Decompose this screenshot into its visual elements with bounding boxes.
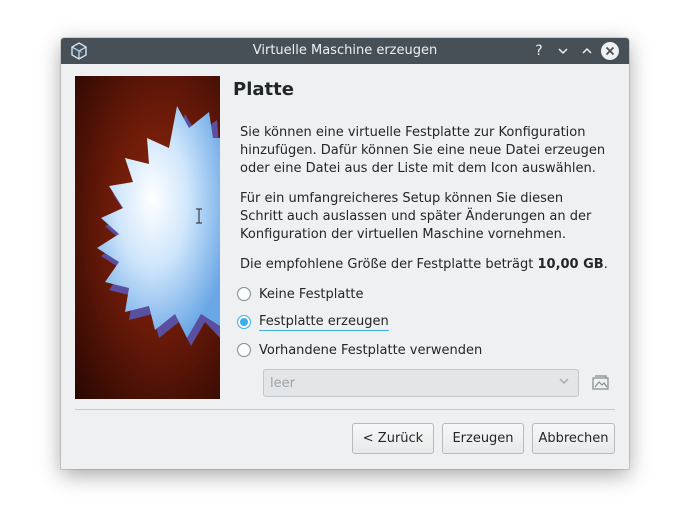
existing-disk-select[interactable]: leer <box>263 369 579 397</box>
page-heading: Platte <box>233 79 294 100</box>
dialog-window: Virtuelle Maschine erzeugen ? Platte Sie <box>61 38 629 469</box>
chevron-down-icon <box>559 378 569 384</box>
setup-paragraph: Für ein umfangreicheres Setup können Sie… <box>240 191 592 242</box>
separator <box>75 409 615 410</box>
recommended-suffix: . <box>603 257 608 272</box>
minimize-button[interactable] <box>554 42 572 60</box>
recommended-size-text: Die empfohlene Größe der Festplatte betr… <box>240 256 610 274</box>
option-existing-disk[interactable]: Vorhandene Festplatte verwenden <box>237 340 482 360</box>
intro-paragraph: Sie können eine virtuelle Festplatte zur… <box>240 125 606 176</box>
recommended-size-value: 10,00 GB <box>537 257 604 272</box>
option-create-disk[interactable]: Festplatte erzeugen <box>237 312 389 332</box>
maximize-button[interactable] <box>578 42 596 60</box>
wizard-side-image <box>75 76 220 399</box>
recommended-prefix: Die empfohlene Größe der Festplatte betr… <box>240 257 538 272</box>
radio-create-disk[interactable] <box>237 315 251 329</box>
option-label: Vorhandene Festplatte verwenden <box>259 342 483 358</box>
option-no-disk[interactable]: Keine Festplatte <box>237 284 364 304</box>
star-disk-illustration <box>97 106 220 346</box>
option-label: Festplatte erzeugen <box>259 313 389 331</box>
close-button[interactable] <box>601 42 619 60</box>
back-button[interactable]: < Zurück <box>352 423 434 454</box>
text-cursor-icon <box>196 208 202 224</box>
cancel-button[interactable]: Abbrechen <box>532 423 615 454</box>
help-button[interactable]: ? <box>530 42 548 60</box>
chevron-up-icon <box>582 47 592 54</box>
radio-no-disk[interactable] <box>237 287 251 301</box>
select-value: leer <box>270 376 295 391</box>
title-bar[interactable]: Virtuelle Maschine erzeugen ? <box>61 38 629 64</box>
option-label: Keine Festplatte <box>259 286 364 302</box>
close-icon <box>605 46 615 56</box>
chevron-down-icon <box>558 48 568 55</box>
folder-image-icon[interactable] <box>591 373 611 391</box>
create-button[interactable]: Erzeugen <box>442 423 524 454</box>
radio-existing-disk[interactable] <box>237 343 251 357</box>
